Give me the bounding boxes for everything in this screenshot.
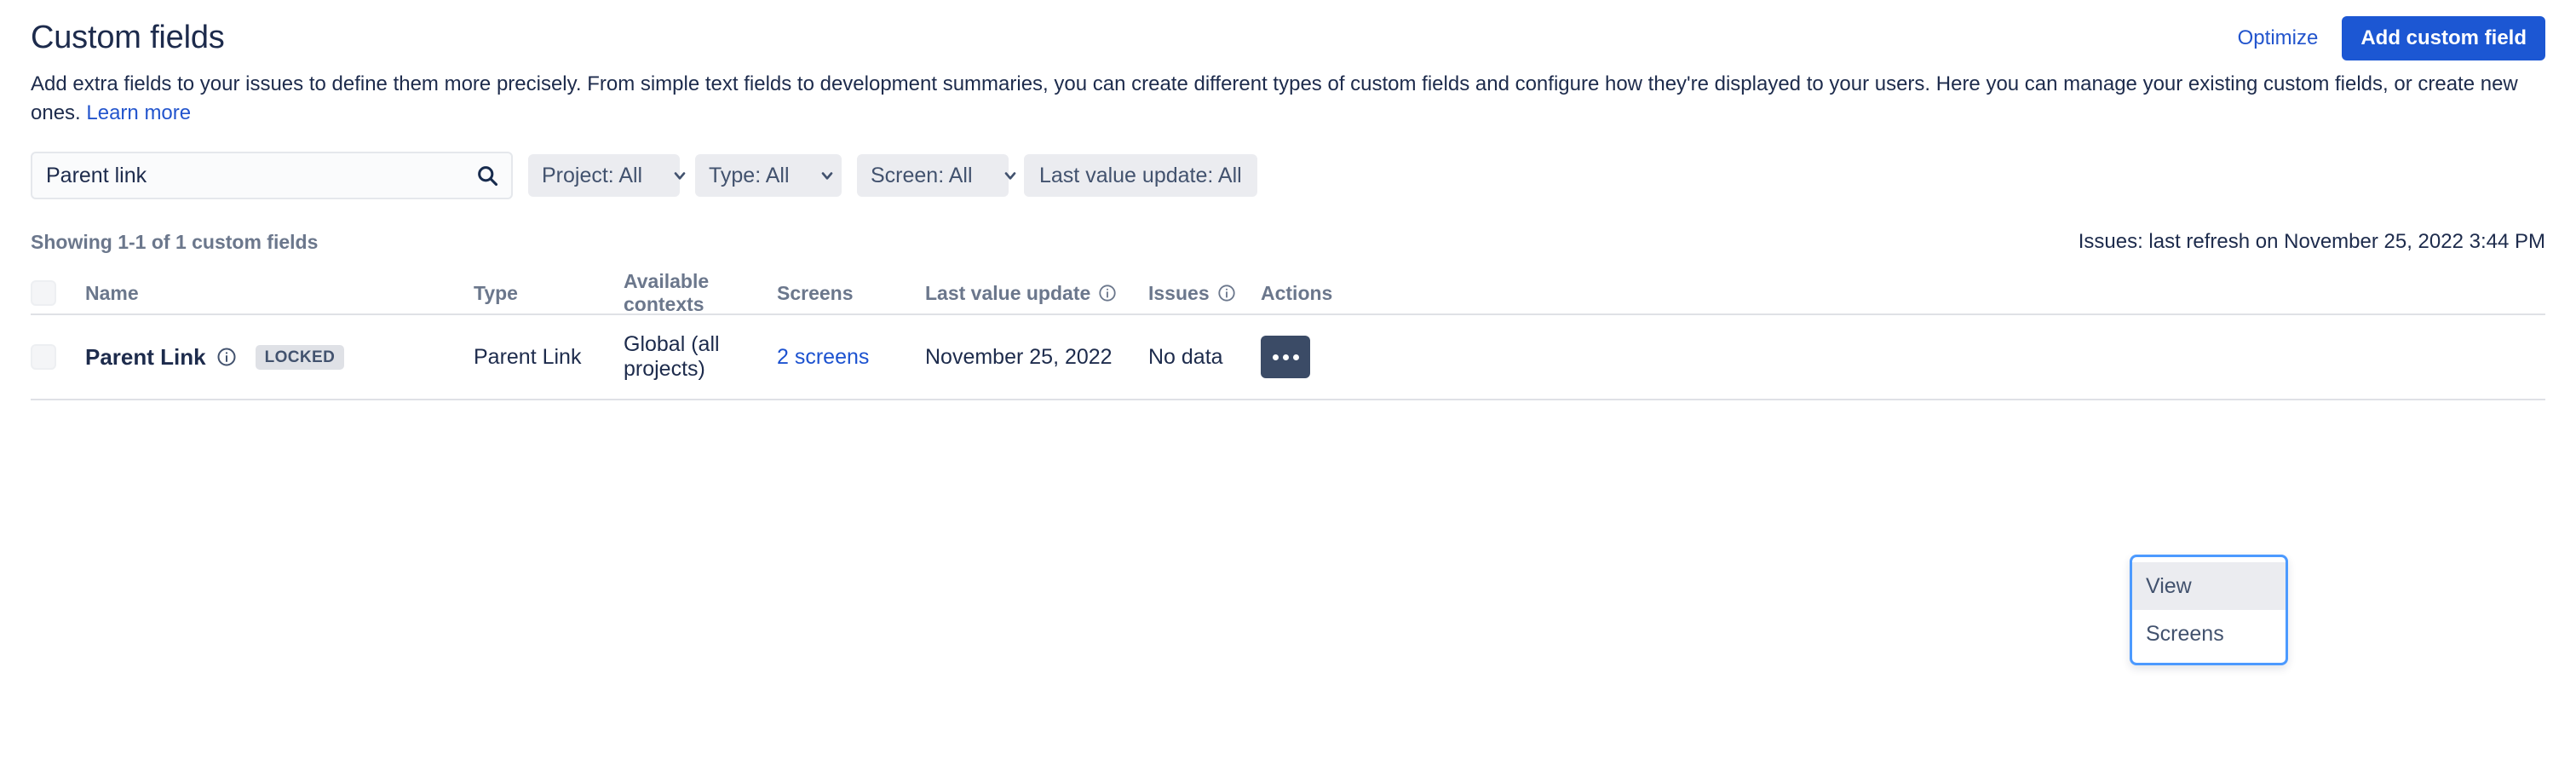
table-row: Parent Link LOCKED Parent Link Global (a… — [31, 315, 2545, 401]
menu-item-screens[interactable]: Screens — [2132, 610, 2286, 658]
ellipsis-icon — [1282, 354, 1289, 360]
cell-actions — [1261, 336, 1363, 379]
optimize-link[interactable]: Optimize — [2238, 26, 2319, 50]
name-cell-content: Parent Link LOCKED — [85, 344, 345, 371]
cell-available-contexts: Global (all projects) — [624, 332, 720, 382]
column-header-actions: Actions — [1261, 281, 1333, 304]
filter-type-label: Type: All — [709, 163, 790, 187]
status-badge: LOCKED — [255, 344, 345, 370]
row-actions-menu: View Screens — [2130, 555, 2288, 665]
showing-count: Showing 1-1 of 1 custom fields — [31, 230, 319, 253]
column-header-issues: Issues — [1148, 282, 1261, 305]
cell-issues: No data — [1148, 344, 1223, 369]
filter-project-label: Project: All — [542, 163, 643, 187]
header-actions: Optimize Add custom field — [2238, 15, 2545, 61]
cell-screens: 2 screens — [777, 345, 925, 370]
custom-fields-table: Name Type Available contexts Screens Las… — [31, 270, 2545, 401]
filter-last-value-update-label: Last value update: All — [1039, 163, 1242, 187]
row-select-cell — [31, 344, 58, 371]
filter-project[interactable]: Project: All — [528, 154, 686, 198]
row-checkbox[interactable] — [31, 344, 56, 371]
custom-fields-page: Custom fields Optimize Add custom field … — [0, 0, 2576, 765]
ellipsis-icon — [1272, 354, 1279, 360]
add-custom-field-button[interactable]: Add custom field — [2342, 15, 2545, 61]
cell-last-value-update: November 25, 2022 — [925, 344, 1113, 369]
chevron-down-icon — [671, 167, 688, 184]
last-refresh-text: Issues: last refresh on November 25, 202… — [2078, 230, 2545, 254]
ellipsis-icon — [1292, 354, 1299, 360]
chevron-down-icon — [819, 167, 836, 184]
chevron-down-icon — [1002, 167, 1019, 184]
search-input[interactable] — [31, 152, 513, 200]
info-icon[interactable] — [1217, 284, 1236, 302]
column-header-last-value-update: Last value update — [925, 282, 1148, 305]
filter-type[interactable]: Type: All — [695, 154, 842, 198]
column-header-screens: Screens — [777, 281, 854, 304]
table-header-row: Name Type Available contexts Screens Las… — [31, 270, 2545, 316]
menu-item-view[interactable]: View — [2132, 562, 2286, 610]
filter-screen[interactable]: Screen: All — [857, 154, 1015, 198]
search-field — [31, 152, 513, 200]
info-icon[interactable] — [1098, 284, 1117, 302]
table-meta-row: Showing 1-1 of 1 custom fields Issues: l… — [31, 230, 2545, 254]
description-text: Add extra fields to your issues to defin… — [31, 72, 2518, 125]
column-header-available-contexts: Available contexts — [624, 270, 710, 316]
cell-name: Parent Link LOCKED — [58, 344, 474, 371]
page-header: Custom fields Optimize Add custom field — [31, 0, 2545, 61]
cell-type: Parent Link — [474, 344, 582, 369]
column-header-issues-label: Issues — [1148, 281, 1210, 304]
select-all-checkbox[interactable] — [31, 280, 56, 307]
learn-more-link[interactable]: Learn more — [86, 101, 191, 124]
info-icon[interactable] — [216, 347, 237, 367]
column-header-name: Name — [85, 281, 139, 304]
column-header-last-value-update-label: Last value update — [925, 281, 1091, 304]
page-description: Add extra fields to your issues to defin… — [31, 70, 2545, 128]
field-name[interactable]: Parent Link — [85, 344, 206, 371]
row-actions-button[interactable] — [1261, 336, 1310, 379]
search-icon[interactable] — [475, 164, 499, 187]
screens-link[interactable]: 2 screens — [777, 345, 869, 370]
filter-bar: Project: All Type: All Screen: All Last … — [31, 152, 2545, 200]
select-all-cell — [31, 280, 58, 307]
column-header-type: Type — [474, 281, 518, 304]
filter-screen-label: Screen: All — [871, 163, 973, 187]
page-title: Custom fields — [31, 20, 225, 56]
filter-last-value-update[interactable]: Last value update: All — [1024, 154, 1257, 198]
